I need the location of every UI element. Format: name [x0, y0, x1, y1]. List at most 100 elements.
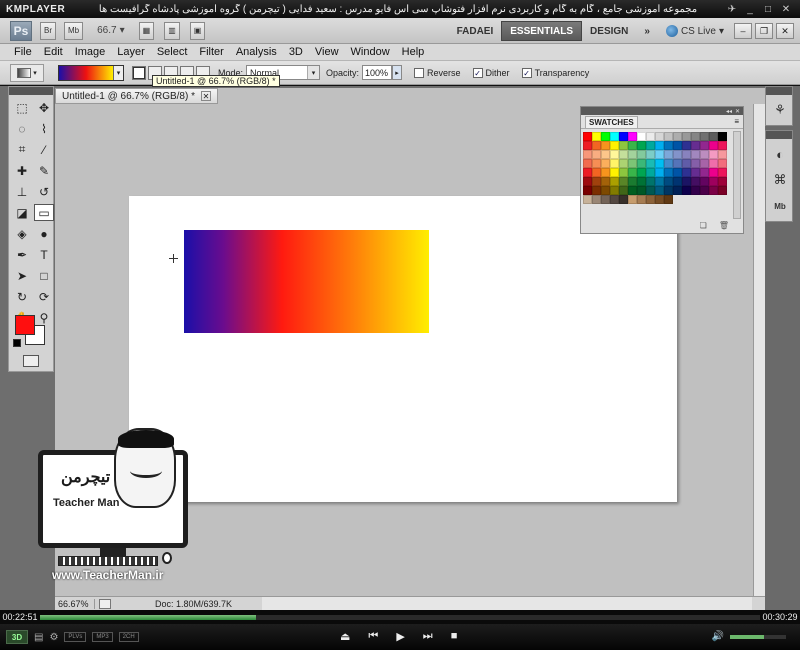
swatch-cell[interactable] [628, 168, 637, 177]
app-close-button[interactable]: ✕ [776, 23, 794, 39]
swatch-cell[interactable] [709, 141, 718, 150]
swatch-cell[interactable] [637, 159, 646, 168]
swatch-cell[interactable] [610, 159, 619, 168]
settings-icon[interactable]: ⚙ [49, 632, 58, 643]
swatch-cell[interactable] [700, 132, 709, 141]
previous-icon[interactable]: ⏮ [368, 630, 378, 643]
dock-header[interactable] [766, 131, 792, 139]
swatch-cell[interactable] [700, 159, 709, 168]
adjustments-icon[interactable]: ◐ [769, 143, 791, 165]
swatch-cell[interactable] [673, 168, 682, 177]
swatch-cell[interactable] [592, 195, 601, 204]
swatches-panel-titlebar[interactable]: ◂◂ ✕ [581, 107, 743, 115]
swatch-cell[interactable] [664, 177, 673, 186]
swatch-cell[interactable] [655, 132, 664, 141]
swatch-cell[interactable] [583, 132, 592, 141]
swatch-cell[interactable] [718, 168, 727, 177]
swatch-cell[interactable] [628, 186, 637, 195]
swatch-cell[interactable] [682, 141, 691, 150]
close-icon[interactable]: ✕ [780, 4, 792, 15]
panel-menu-icon[interactable]: ≡ [734, 117, 739, 126]
tab-swatches[interactable]: SWATCHES [585, 115, 638, 128]
swatch-cell[interactable] [601, 141, 610, 150]
swatch-cell[interactable] [592, 168, 601, 177]
menu-select[interactable]: Select [151, 46, 194, 58]
mini-bridge-panel-icon[interactable]: Mb [769, 195, 791, 217]
swatch-cell[interactable] [583, 150, 592, 159]
swatch-cell[interactable] [691, 141, 700, 150]
swatch-cell[interactable] [619, 177, 628, 186]
swatch-cell[interactable] [691, 132, 700, 141]
app-restore-button[interactable]: ❐ [755, 23, 773, 39]
3d-orbit-icon[interactable]: ⟳ [34, 288, 54, 305]
swatch-cell[interactable] [619, 150, 628, 159]
eraser-icon[interactable]: ◪ [12, 204, 32, 221]
swatch-cell[interactable] [646, 195, 655, 204]
swatch-cell[interactable] [628, 150, 637, 159]
dodge-icon[interactable]: ● [34, 225, 54, 242]
swatch-cell[interactable] [682, 177, 691, 186]
swatch-cell[interactable] [655, 159, 664, 168]
swatch-cell[interactable] [664, 159, 673, 168]
view-extras-button[interactable]: ▦ [138, 21, 155, 40]
menu-window[interactable]: Window [345, 46, 396, 58]
arrange-documents-button[interactable]: ▥ [164, 21, 180, 40]
eject-icon[interactable]: ⏏ [340, 630, 350, 643]
quick-mask-button[interactable] [23, 355, 39, 367]
swatch-cell[interactable] [718, 186, 727, 195]
swatch-cell[interactable] [592, 141, 601, 150]
history-brush-icon[interactable]: ↺ [34, 183, 54, 200]
swatch-cell[interactable] [700, 141, 709, 150]
opacity-slider-button[interactable]: ▸ [392, 65, 403, 80]
swatch-cell[interactable] [718, 150, 727, 159]
crop-icon[interactable]: ⌗ [12, 141, 32, 158]
default-colors-icon[interactable] [13, 339, 21, 347]
swatch-cell[interactable] [601, 159, 610, 168]
status-preview-icon[interactable] [99, 598, 111, 609]
swatch-cell[interactable] [673, 150, 682, 159]
swatch-cell[interactable] [583, 195, 592, 204]
swatch-cell[interactable] [637, 186, 646, 195]
swatch-cell[interactable] [655, 141, 664, 150]
masks-icon[interactable]: ⌘ [769, 169, 791, 191]
swatch-cell[interactable] [664, 150, 673, 159]
cs-live-button[interactable]: CS Live ▾ [665, 25, 724, 37]
stamp-icon[interactable]: ⊥ [12, 183, 32, 200]
screen-mode-button[interactable]: ▣ [189, 21, 206, 40]
swatch-cell[interactable] [628, 159, 637, 168]
swatch-cell[interactable] [637, 150, 646, 159]
shape-icon[interactable]: □ [34, 267, 54, 284]
dither-checkbox[interactable]: ✓ Dither [472, 67, 510, 78]
swatch-cell[interactable] [682, 132, 691, 141]
swatch-cell[interactable] [700, 186, 709, 195]
swatch-cell[interactable] [682, 186, 691, 195]
menu-analysis[interactable]: Analysis [230, 46, 283, 58]
blur-icon[interactable]: ◈ [12, 225, 32, 242]
swatch-cell[interactable] [583, 177, 592, 186]
swatch-cell[interactable] [601, 168, 610, 177]
bridge-button[interactable]: Br [40, 21, 56, 40]
swatch-cell[interactable] [646, 186, 655, 195]
move-icon[interactable]: ✥ [34, 99, 54, 116]
swatch-cell[interactable] [718, 132, 727, 141]
swatch-cell[interactable] [691, 150, 700, 159]
trash-icon[interactable]: 🗑 [719, 221, 729, 230]
swatch-cell[interactable] [610, 150, 619, 159]
swatch-cell[interactable] [664, 195, 673, 204]
lasso-icon[interactable]: ◌ [12, 120, 32, 137]
swatch-cell[interactable] [583, 168, 592, 177]
swatch-cell[interactable] [601, 186, 610, 195]
pen-icon[interactable]: ✒ [12, 246, 32, 263]
swatch-cell[interactable] [628, 177, 637, 186]
maximize-icon[interactable]: □ [762, 4, 774, 15]
menu-3d[interactable]: 3D [283, 46, 309, 58]
swatch-cell[interactable] [637, 177, 646, 186]
swatch-cell[interactable] [664, 132, 673, 141]
swatch-cell[interactable] [619, 168, 628, 177]
transparency-checkbox[interactable]: ✓ Transparency [521, 67, 589, 78]
swatch-cell[interactable] [700, 168, 709, 177]
swatch-cell[interactable] [583, 186, 592, 195]
swatch-cell[interactable] [709, 186, 718, 195]
swatch-cell[interactable] [619, 141, 628, 150]
3d-rotate-icon[interactable]: ↻ [12, 288, 32, 305]
